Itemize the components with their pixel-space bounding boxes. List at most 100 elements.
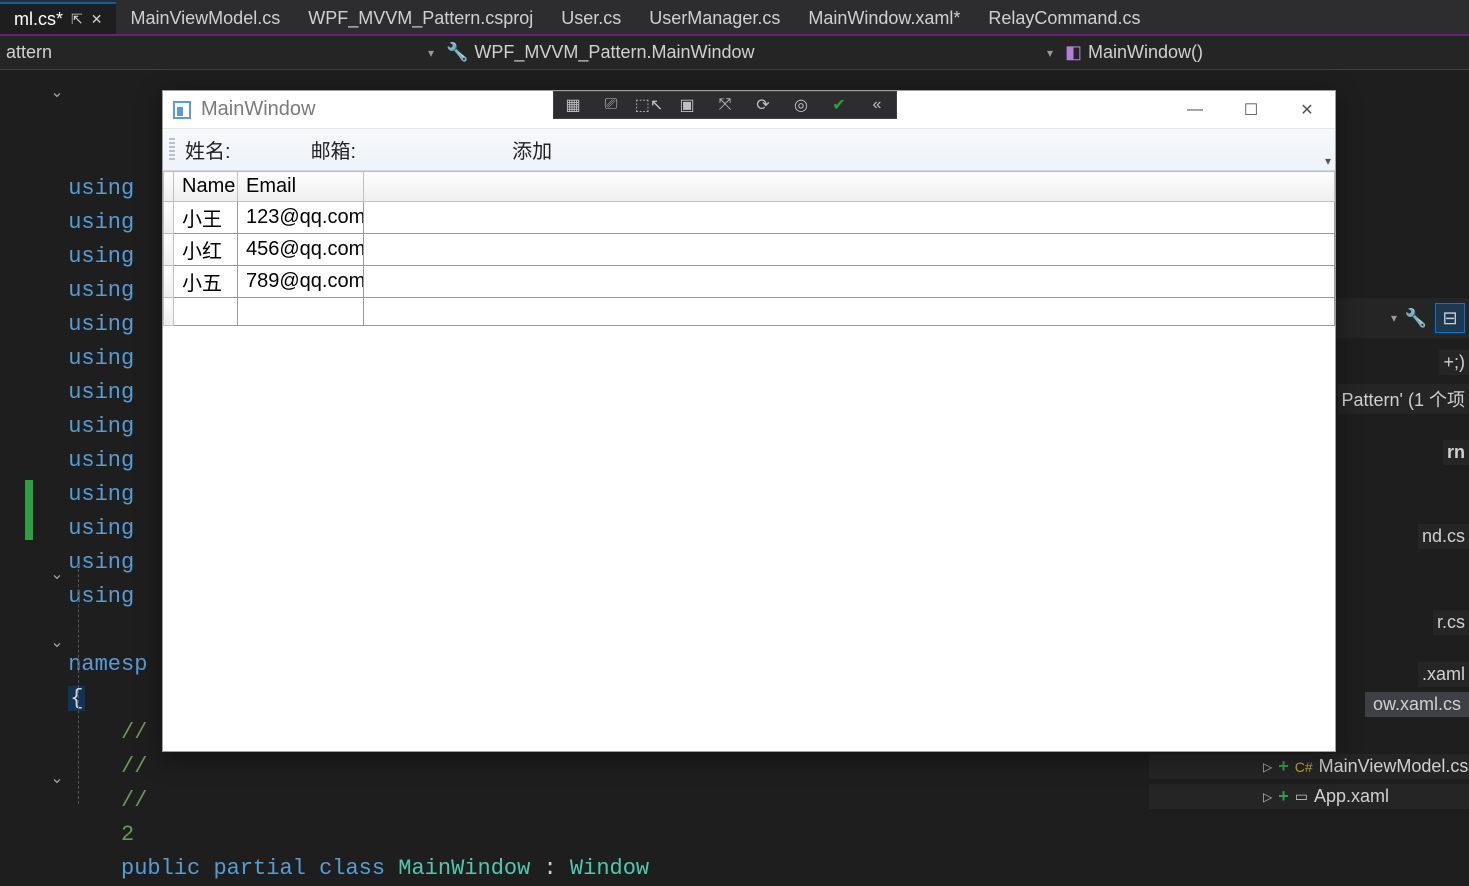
tree-item-mvm[interactable]: ▷ + C# MainViewModel.cs — [1149, 754, 1469, 779]
name-input[interactable] — [241, 138, 301, 162]
breadcrumb-class[interactable]: 🔧 WPF_MVVM_Pattern.MainWindow ▾ — [440, 42, 1059, 63]
frag-owxaml[interactable]: ow.xaml.cs — [1365, 692, 1469, 717]
breadcrumb-namespace[interactable]: attern ▾ — [0, 42, 440, 63]
collapse-icon[interactable]: « — [864, 94, 890, 116]
expand-icon[interactable]: ▷ — [1263, 790, 1272, 804]
tab-label: UserManager.cs — [649, 8, 780, 29]
breadcrumb-label: MainWindow() — [1088, 42, 1203, 63]
xaml-icon: ▭ — [1295, 788, 1308, 805]
tab-label: MainWindow.xaml* — [808, 8, 960, 29]
row-header[interactable] — [164, 234, 174, 266]
breadcrumb-label: WPF_MVVM_Pattern.MainWindow — [474, 42, 754, 63]
tab-label: User.cs — [561, 8, 621, 29]
cell-name[interactable]: 小红 — [174, 234, 238, 266]
row-header[interactable] — [164, 266, 174, 298]
tab-label: RelayCommand.cs — [988, 8, 1140, 29]
data-grid[interactable]: Name Email 小王123@qq.com小红456@qq.com小五789… — [163, 171, 1335, 326]
expand-icon[interactable]: ▷ — [1263, 760, 1272, 774]
close-button[interactable]: ✕ — [1279, 91, 1335, 129]
breadcrumb-member[interactable]: ◧ MainWindow() — [1059, 42, 1469, 63]
binding-icon[interactable]: ⟳ — [750, 94, 776, 116]
tab-user-cs[interactable]: User.cs — [547, 2, 635, 34]
mail-input[interactable] — [366, 138, 496, 162]
titlebar[interactable]: MainWindow ▦ ⎚ ⬚↖ ▣ ⤧ ⟳ ◎ ✔ « — ☐ ✕ — [163, 91, 1335, 129]
frag-xaml: .xaml — [1418, 662, 1469, 687]
cell-email[interactable]: 456@qq.com — [238, 234, 364, 266]
frag-text: +;) — [1439, 350, 1469, 375]
pin-icon[interactable]: ⇱ — [71, 11, 83, 28]
hot-reload-icon[interactable]: ⎚ — [598, 94, 624, 116]
gripper-icon[interactable] — [169, 138, 175, 162]
csharp-icon: C# — [1295, 759, 1313, 775]
tab-ml-cs[interactable]: ml.cs* ⇱ ✕ — [0, 2, 116, 34]
plus-icon: + — [1278, 756, 1289, 777]
new-row-placeholder[interactable] — [164, 298, 1335, 326]
cell-name[interactable]: 小王 — [174, 202, 238, 234]
window-title: MainWindow — [201, 98, 315, 121]
frag-r: r.cs — [1433, 610, 1469, 635]
fold-icon[interactable]: ⌄ — [48, 762, 66, 796]
dropdown-icon[interactable]: ▾ — [1391, 311, 1397, 325]
fold-icon[interactable]: ⌄ — [48, 76, 66, 110]
xaml-debug-toolbar: ▦ ⎚ ⬚↖ ▣ ⤧ ⟳ ◎ ✔ « — [553, 91, 897, 119]
table-row[interactable]: 小王123@qq.com — [164, 202, 1335, 234]
fold-icon[interactable]: ⌄ — [48, 626, 66, 660]
grid-whitespace — [163, 326, 1335, 751]
tree-item-app[interactable]: ▷ + ▭ App.xaml — [1149, 784, 1469, 809]
cell-name[interactable]: 小五 — [174, 266, 238, 298]
column-header-email[interactable]: Email — [238, 172, 364, 202]
cell-email[interactable]: 123@qq.com — [238, 202, 364, 234]
maximize-button[interactable]: ☐ — [1223, 91, 1279, 129]
tab-label: MainViewModel.cs — [130, 8, 280, 29]
change-marker — [25, 480, 33, 540]
tab-relaycommand[interactable]: RelayCommand.cs — [974, 2, 1154, 34]
tab-mainwindow-xaml[interactable]: MainWindow.xaml* — [794, 2, 974, 34]
row-header[interactable] — [164, 202, 174, 234]
cube-icon: ◧ — [1065, 42, 1082, 63]
properties-icon[interactable]: ⊟ — [1435, 303, 1465, 333]
solution-toolbar: ▾ 🔧 ⊟ — [1329, 298, 1469, 338]
accessibility-icon[interactable]: ◎ — [788, 94, 814, 116]
cell-email[interactable]: 789@qq.com — [238, 266, 364, 298]
add-button[interactable]: 添加 — [506, 133, 558, 166]
fold-icon[interactable]: ⌄ — [48, 558, 66, 592]
table-row[interactable]: 小红456@qq.com — [164, 234, 1335, 266]
wrench-icon: 🔧 — [446, 42, 468, 63]
frag-nd: nd.cs — [1418, 524, 1469, 549]
live-tree-icon[interactable]: ▦ — [560, 94, 586, 116]
chevron-down-icon: ▾ — [1047, 46, 1053, 60]
tab-label: ml.cs* — [14, 9, 63, 30]
breadcrumb: attern ▾ 🔧 WPF_MVVM_Pattern.MainWindow ▾… — [0, 36, 1469, 70]
input-toolbar: 姓名: 邮箱: 添加 ▾ — [163, 129, 1335, 171]
layout-adorners-icon[interactable]: ▣ — [674, 94, 700, 116]
tree-label: MainViewModel.cs — [1319, 756, 1469, 777]
tab-mainviewmodel[interactable]: MainViewModel.cs — [116, 2, 294, 34]
running-app-window: MainWindow ▦ ⎚ ⬚↖ ▣ ⤧ ⟳ ◎ ✔ « — ☐ ✕ 姓名: … — [162, 90, 1336, 752]
tab-usermanager[interactable]: UserManager.cs — [635, 2, 794, 34]
cell-spacer — [364, 202, 1335, 234]
close-icon[interactable]: ✕ — [91, 11, 103, 28]
frag-rn: rn — [1443, 440, 1469, 465]
minimize-button[interactable]: — — [1167, 91, 1223, 129]
overflow-icon[interactable]: ▾ — [1325, 154, 1331, 168]
window-system-buttons: — ☐ ✕ — [1167, 91, 1335, 129]
cell-spacer — [364, 266, 1335, 298]
select-element-icon[interactable]: ⬚↖ — [636, 94, 662, 116]
wrench-icon[interactable]: 🔧 — [1401, 303, 1431, 333]
cell-spacer — [364, 234, 1335, 266]
check-icon[interactable]: ✔ — [826, 94, 852, 116]
document-tab-strip: ml.cs* ⇱ ✕ MainViewModel.cs WPF_MVVM_Pat… — [0, 0, 1469, 36]
name-label: 姓名: — [185, 135, 231, 164]
tab-csproj[interactable]: WPF_MVVM_Pattern.csproj — [294, 2, 547, 34]
breadcrumb-label: attern — [6, 42, 52, 63]
row-header-corner[interactable] — [164, 172, 174, 202]
tab-label: WPF_MVVM_Pattern.csproj — [308, 8, 533, 29]
indent-guide — [78, 564, 79, 804]
solution-suffix: Pattern' (1 个项 — [1338, 384, 1469, 414]
column-header-name[interactable]: Name — [174, 172, 238, 202]
app-icon — [173, 101, 191, 119]
chevron-down-icon: ▾ — [428, 46, 434, 60]
gutter: ⌄ ⌄ ⌄ ⌄ — [0, 70, 55, 804]
track-focus-icon[interactable]: ⤧ — [712, 94, 738, 116]
table-row[interactable]: 小五789@qq.com — [164, 266, 1335, 298]
